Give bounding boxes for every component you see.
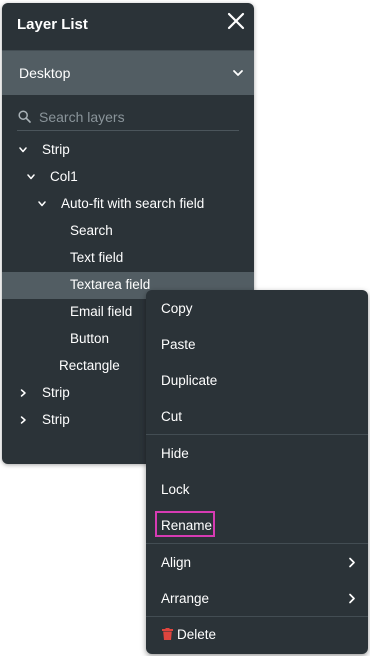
menu-item-align[interactable]: Align (146, 546, 368, 578)
menu-item-label: Delete (177, 627, 217, 642)
menu-divider (146, 616, 368, 617)
layer-label: Strip (42, 142, 70, 157)
menu-item-label: Paste (161, 337, 196, 352)
chevron-down-icon[interactable] (18, 145, 28, 155)
device-select-value: Desktop (19, 65, 71, 81)
layer-label: Col1 (50, 169, 78, 184)
layer-label: Rectangle (59, 358, 120, 373)
chevron-right-icon[interactable] (18, 388, 28, 398)
menu-item-label: Copy (161, 301, 193, 316)
trash-icon (162, 628, 173, 640)
layer-label: Email field (70, 304, 133, 319)
menu-item-delete[interactable]: Delete (146, 618, 368, 650)
chevron-right-icon (349, 557, 355, 568)
layer-row[interactable]: Strip (2, 137, 254, 164)
chevron-down-icon[interactable] (37, 199, 47, 209)
layer-label: Text field (70, 250, 124, 265)
menu-item-label: Arrange (161, 591, 210, 606)
menu-item-label: Lock (161, 482, 190, 497)
menu-divider (146, 434, 368, 435)
layer-label: Strip (42, 412, 70, 427)
chevron-down-icon (233, 70, 243, 76)
device-select[interactable]: Desktop (2, 51, 254, 95)
context-menu: Copy Paste Duplicate Cut Hide Lock Rename Align… (146, 290, 368, 654)
menu-item-label: Hide (161, 446, 189, 461)
layer-row[interactable]: Auto-fit with search field (2, 191, 254, 218)
search-icon (18, 110, 31, 123)
search-field (17, 106, 239, 131)
panel-title: Layer List (17, 16, 88, 33)
layer-row[interactable]: Col1 (2, 164, 254, 191)
menu-item-hide[interactable]: Hide (146, 437, 368, 469)
menu-item-lock[interactable]: Lock (146, 473, 368, 505)
close-icon[interactable] (226, 11, 246, 31)
layer-row[interactable]: Search (2, 218, 254, 245)
layer-label: Auto-fit with search field (61, 196, 205, 211)
menu-item-label: Align (161, 555, 192, 570)
chevron-right-icon (349, 593, 355, 604)
chevron-down-icon[interactable] (26, 172, 36, 182)
layer-label: Strip (42, 385, 70, 400)
menu-item-arrange[interactable]: Arrange (146, 582, 368, 614)
layer-label: Button (70, 331, 110, 346)
menu-item-copy[interactable]: Copy (146, 292, 368, 324)
menu-item-rename[interactable]: Rename (146, 509, 368, 541)
panel-header: Layer List (2, 3, 254, 51)
menu-item-paste[interactable]: Paste (146, 328, 368, 360)
menu-item-duplicate[interactable]: Duplicate (146, 364, 368, 396)
chevron-right-icon[interactable] (18, 415, 28, 425)
layer-label: Search (70, 223, 113, 238)
menu-item-cut[interactable]: Cut (146, 400, 368, 432)
menu-item-label: Rename (161, 518, 213, 533)
menu-item-label: Cut (161, 409, 183, 424)
menu-divider (146, 543, 368, 544)
layer-row[interactable]: Text field (2, 245, 254, 272)
layer-label: Textarea field (70, 277, 151, 292)
menu-item-label: Duplicate (161, 373, 218, 388)
search-input[interactable] (39, 106, 237, 128)
